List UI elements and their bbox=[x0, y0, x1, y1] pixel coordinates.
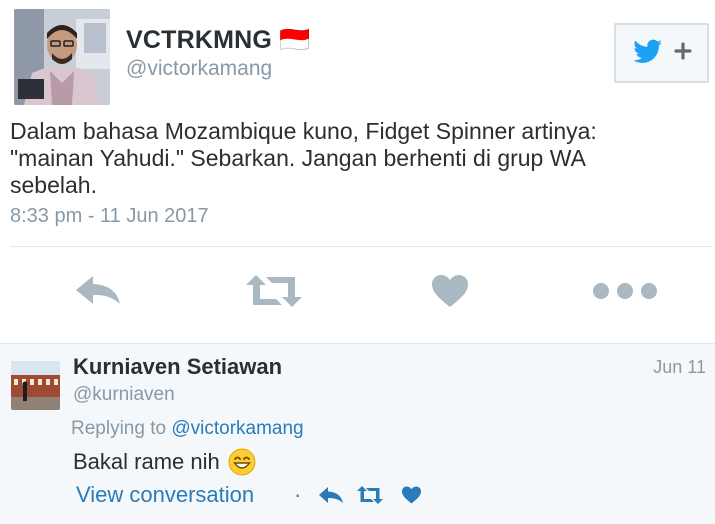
reply-mini-button[interactable] bbox=[318, 486, 344, 508]
tweet-text-line: sebelah. bbox=[10, 172, 97, 198]
replying-to: Replying to @victorkamang bbox=[71, 418, 304, 440]
like-button[interactable] bbox=[428, 268, 472, 318]
grinning-face-emoji bbox=[228, 448, 256, 476]
tweet-text: Dalam bahasa Mozambique kuno, Fidget Spi… bbox=[10, 118, 700, 199]
retweet-mini-button[interactable] bbox=[356, 485, 384, 510]
more-button[interactable] bbox=[590, 268, 660, 318]
user-handle[interactable]: @victorkamang bbox=[126, 57, 272, 81]
retweet-icon bbox=[356, 485, 384, 510]
separator-dot: · bbox=[294, 482, 302, 507]
view-conversation-link[interactable]: View conversation bbox=[76, 482, 254, 508]
tweet-timestamp[interactable]: 8:33 pm - 11 Jun 2017 bbox=[10, 205, 209, 228]
like-mini-button[interactable] bbox=[401, 486, 422, 508]
reply-handle[interactable]: @kurniaven bbox=[73, 384, 175, 406]
tweet-text-line: "mainan Yahudi." Sebarkan. Jangan berhen… bbox=[10, 145, 586, 171]
retweet-button[interactable] bbox=[242, 268, 306, 318]
reply-date[interactable]: Jun 11 bbox=[653, 357, 706, 378]
retweet-icon bbox=[244, 271, 304, 316]
divider bbox=[10, 246, 711, 247]
reply-text-content: Bakal rame nih bbox=[73, 449, 220, 474]
mention-link[interactable]: @victorkamang bbox=[171, 418, 303, 439]
more-icon bbox=[592, 282, 658, 305]
reply-text: Bakal rame nih bbox=[73, 448, 256, 476]
twitter-bird-plus-icon bbox=[630, 34, 694, 73]
reply-button[interactable] bbox=[70, 268, 126, 318]
avatar[interactable] bbox=[11, 361, 60, 410]
tweet-text-line: Dalam bahasa Mozambique kuno, Fidget Spi… bbox=[10, 118, 597, 144]
display-name[interactable]: VCTRKMNG 🇮🇩 bbox=[126, 26, 311, 55]
reply-icon bbox=[73, 273, 123, 314]
avatar[interactable] bbox=[14, 9, 110, 105]
reply-icon bbox=[318, 486, 344, 509]
like-icon bbox=[431, 274, 469, 313]
follow-button[interactable] bbox=[614, 23, 709, 83]
like-icon bbox=[401, 486, 422, 509]
reply-tweet[interactable]: Kurniaven Setiawan Jun 11 @kurniaven Rep… bbox=[0, 343, 715, 524]
replying-to-label: Replying to bbox=[71, 418, 167, 439]
main-tweet: VCTRKMNG 🇮🇩 @victorkamang Dalam bahasa M… bbox=[0, 0, 715, 343]
reply-display-name[interactable]: Kurniaven Setiawan bbox=[73, 354, 282, 380]
